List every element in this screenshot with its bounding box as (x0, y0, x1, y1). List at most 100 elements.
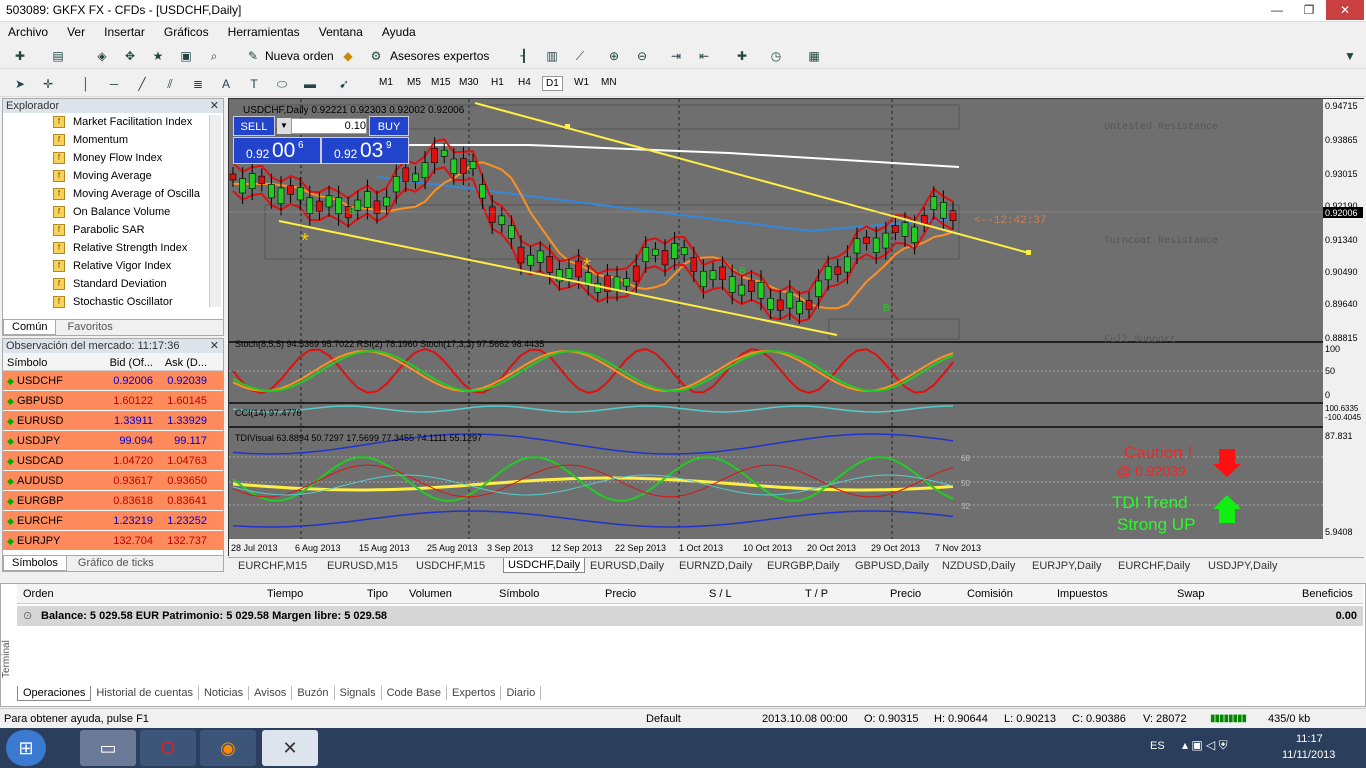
channel-icon[interactable]: ⫽ (160, 75, 180, 93)
maximize-button[interactable]: ❐ (1294, 0, 1324, 20)
indicator-item[interactable]: f Market Facilitation Index (3, 113, 223, 131)
indicator-item[interactable]: f Momentum (3, 131, 223, 149)
lot-input[interactable] (291, 118, 367, 134)
terminal-column[interactable]: Beneficios (1302, 588, 1353, 600)
tray-icons[interactable]: ▴ ▣ ◁ ⛨ (1182, 738, 1228, 753)
experts-icon[interactable]: ⚙ (366, 47, 386, 65)
fibonacci-icon[interactable]: ≣ (188, 75, 208, 93)
chart-tab[interactable]: USDJPY,Daily (1208, 560, 1278, 572)
chart-tab[interactable]: EURGBP,Daily (767, 560, 840, 572)
close-icon[interactable]: ✕ (210, 99, 219, 113)
new-order-icon[interactable]: ✎ (243, 47, 263, 65)
profiles-icon[interactable]: ▤ (48, 47, 68, 65)
sell-button[interactable]: SELL (233, 116, 275, 136)
terminal-tab[interactable]: Avisos (249, 686, 293, 700)
menu-archivo[interactable]: Archivo (0, 22, 56, 39)
terminal-column[interactable]: T / P (805, 588, 828, 600)
terminal-column[interactable]: Swap (1177, 588, 1205, 600)
chart-tab[interactable]: EURCHF,M15 (238, 560, 307, 572)
new-order-button[interactable]: Nueva orden (265, 49, 334, 63)
chart-tab[interactable]: EURCHF,Daily (1118, 560, 1190, 572)
indicator-item[interactable]: f Parabolic SAR (3, 221, 223, 239)
tf-m15[interactable]: M15 (428, 76, 453, 89)
terminal-tab[interactable]: Buzón (292, 686, 335, 700)
terminal-column[interactable]: S / L (709, 588, 732, 600)
tf-w1[interactable]: W1 (571, 76, 592, 89)
crosshair-icon[interactable]: ✛ (38, 75, 58, 93)
start-button[interactable]: ⊞ (6, 730, 46, 766)
rectangle-icon[interactable]: ▬ (300, 75, 320, 93)
periods-icon[interactable]: ◷ (766, 47, 786, 65)
help-icon[interactable]: ▼ (1340, 47, 1360, 65)
zoom-in-icon[interactable]: ⊕ (604, 47, 624, 65)
alert-icon[interactable]: ◆ (338, 47, 358, 65)
market-row[interactable]: ◆ EURUSD 1.33911 1.33929 (3, 411, 223, 431)
explorer-taskbar-icon[interactable]: ▭ (80, 730, 136, 766)
tab-grafico-ticks[interactable]: Gráfico de ticks (70, 556, 162, 570)
horizontal-line-icon[interactable]: ─ (104, 75, 124, 93)
terminal-column[interactable]: Tiempo (267, 588, 303, 600)
trendline-icon[interactable]: ╱ (132, 75, 152, 93)
menu-ayuda[interactable]: Ayuda (374, 22, 424, 39)
terminal-tab[interactable]: Expertos (447, 686, 502, 700)
terminal-tab[interactable]: Signals (335, 686, 382, 700)
indicator-item[interactable]: f On Balance Volume (3, 203, 223, 221)
bar-chart-icon[interactable]: ┨ (514, 47, 534, 65)
indicator-item[interactable]: f Stochastic Oscillator (3, 293, 223, 311)
close-icon[interactable]: ✕ (210, 339, 219, 353)
buy-button[interactable]: BUY (369, 116, 409, 136)
text-icon[interactable]: A (216, 75, 236, 93)
data-window-icon[interactable]: ✥ (120, 47, 140, 65)
clock-date[interactable]: 11/11/2013 (1282, 749, 1335, 761)
col-symbol[interactable]: Símbolo (3, 353, 91, 370)
minimize-button[interactable]: — (1262, 0, 1292, 20)
line-chart-icon[interactable]: ⟋ (570, 47, 590, 65)
indicator-item[interactable]: f Standard Deviation (3, 275, 223, 293)
market-row[interactable]: ◆ USDJPY 99.094 99.117 (3, 431, 223, 451)
market-row[interactable]: ◆ EURJPY 132.704 132.737 (3, 531, 223, 551)
buy-price-box[interactable]: 0.92 03 9 (321, 137, 409, 164)
menu-herramientas[interactable]: Herramientas (220, 22, 308, 39)
terminal-tab[interactable]: Operaciones (17, 686, 92, 701)
sell-price-box[interactable]: 0.92 00 6 (233, 137, 321, 164)
opera-taskbar-icon[interactable]: O (140, 730, 196, 766)
menu-graficos[interactable]: Gráficos (156, 22, 217, 39)
vertical-line-icon[interactable]: │ (76, 75, 96, 93)
indicator-item[interactable]: f Relative Vigor Index (3, 257, 223, 275)
ellipse-icon[interactable]: ⬭ (272, 75, 292, 93)
tab-simbolos[interactable]: Símbolos (3, 556, 67, 571)
terminal-icon[interactable]: ▣ (176, 47, 196, 65)
auto-scroll-icon[interactable]: ⇥ (666, 47, 686, 65)
chart-window[interactable]: 0.94715 0.93865 0.93015 0.92190 0.92006 0.913… (228, 98, 1365, 557)
terminal-column[interactable]: Tipo (367, 588, 388, 600)
chart-tab[interactable]: USDCHF,M15 (416, 560, 485, 572)
close-button[interactable]: ✕ (1326, 0, 1364, 20)
tab-favoritos[interactable]: Favoritos (60, 320, 121, 334)
firefox-taskbar-icon[interactable]: ◉ (200, 730, 256, 766)
experts-button[interactable]: Asesores expertos (390, 49, 489, 63)
terminal-tab[interactable]: Noticias (199, 686, 250, 700)
navigator-icon[interactable]: ★ (148, 47, 168, 65)
chart-shift-icon[interactable]: ⇤ (694, 47, 714, 65)
tf-h1[interactable]: H1 (488, 76, 507, 89)
indicator-item[interactable]: f Moving Average of Oscilla (3, 185, 223, 203)
tab-comun[interactable]: Común (3, 320, 57, 335)
tree-scrollbar[interactable] (209, 115, 221, 307)
terminal-column[interactable]: Volumen (409, 588, 452, 600)
indicator-item[interactable]: f Moving Average (3, 167, 223, 185)
tf-d1[interactable]: D1 (542, 76, 563, 91)
market-row[interactable]: ◆ AUDUSD 0.93617 0.93650 (3, 471, 223, 491)
language-indicator[interactable]: ES (1150, 740, 1165, 752)
lot-dropdown-icon[interactable]: ▼ (277, 118, 291, 134)
tester-icon[interactable]: ⌕ (204, 47, 224, 65)
market-row[interactable]: ◆ USDCHF 0.92006 0.92039 (3, 371, 223, 391)
indicator-item[interactable]: f Money Flow Index (3, 149, 223, 167)
col-bid[interactable]: Bid (Of... (91, 353, 157, 370)
label-icon[interactable]: T (244, 75, 264, 93)
templates-icon[interactable]: ▦ (804, 47, 824, 65)
tf-m30[interactable]: M30 (456, 76, 481, 89)
menu-ventana[interactable]: Ventana (311, 22, 371, 39)
cursor-icon[interactable]: ➤ (10, 75, 30, 93)
chart-canvas[interactable]: 0.947150.938650.930150.921900.920060.913… (229, 99, 1365, 557)
chart-tab[interactable]: EURJPY,Daily (1032, 560, 1102, 572)
